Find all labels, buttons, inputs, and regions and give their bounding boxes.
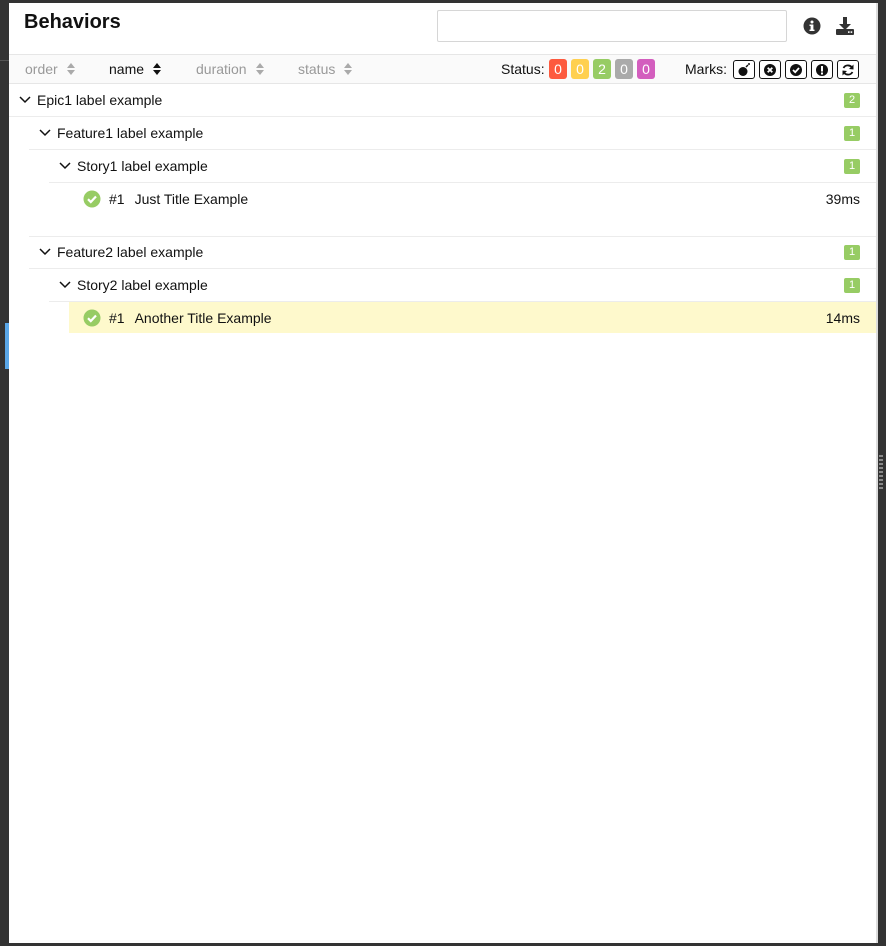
mark-new-broken-toggle[interactable] [811,60,833,79]
sort-icon [344,63,353,75]
info-icon[interactable] [801,15,823,37]
mark-new-passed-toggle[interactable] [785,60,807,79]
node-count-badge: 1 [844,278,860,293]
test-order-number: #1 [109,190,125,207]
sort-icon [153,63,162,75]
node-count-badge: 1 [844,245,860,260]
status-broken-toggle[interactable]: 0 [571,59,589,79]
side-rail [0,0,9,946]
page-title: Behaviors [24,11,121,33]
sort-icon [66,63,75,75]
test-case-name: Another Title Example [134,309,272,326]
resize-grip-icon[interactable] [879,455,883,491]
panel-header: Behaviors [9,3,876,54]
behaviors-panel: Behaviors order name duration status Sta… [9,3,876,943]
mark-flaky-toggle[interactable] [733,60,755,79]
sort-by-duration[interactable]: duration [196,61,265,77]
marks-filter-label: Marks: [685,61,727,77]
search-input[interactable] [437,10,787,42]
sorter-label: name [109,61,145,77]
chevron-down-icon[interactable] [38,126,52,140]
tree-node-label: Feature2 label example [57,244,204,260]
times-circle-icon [764,63,776,76]
tree-node-feature1[interactable]: Feature1 label example 1 [29,117,876,150]
pane-resize-handle[interactable] [878,0,886,946]
rail-divider [0,60,9,61]
tree-node-label: Story2 label example [77,277,208,293]
tree-node-story1[interactable]: Story1 label example 1 [49,150,876,183]
tree-node-label: Epic1 label example [37,92,163,108]
tree-node-feature2[interactable]: Feature2 label example 1 [29,236,876,269]
tree-node-label: Feature1 label example [57,125,204,141]
status-passed-toggle[interactable]: 2 [593,59,611,79]
chevron-down-icon[interactable] [58,278,72,292]
sorter-label: order [25,61,58,77]
status-unknown-toggle[interactable]: 0 [637,59,655,79]
check-circle-icon [790,63,802,76]
node-count-badge: 1 [844,126,860,141]
test-order-number: #1 [109,309,125,326]
chevron-down-icon[interactable] [58,159,72,173]
sort-by-name[interactable]: name [109,61,162,77]
test-case-row[interactable]: #1 Just Title Example 39ms [69,183,876,214]
download-icon[interactable] [834,15,856,37]
test-duration: 39ms [825,191,860,207]
sort-by-status[interactable]: status [298,61,353,77]
sort-icon [255,63,264,75]
tree-node-epic1[interactable]: Epic1 label example 2 [9,84,876,117]
sort-filter-toolbar: order name duration status Status: 0 0 2… [9,54,876,84]
bomb-icon [738,62,750,76]
tree-node-label: Story1 label example [77,158,208,174]
sorter-label: duration [196,61,247,77]
panel-border [876,3,878,943]
test-case-name: Just Title Example [134,190,249,207]
node-count-badge: 1 [844,159,860,174]
test-duration: 14ms [825,310,860,326]
status-filter-label: Status: [501,61,545,77]
status-failed-toggle[interactable]: 0 [549,59,567,79]
test-case-row[interactable]: #1 Another Title Example 14ms [69,302,876,333]
exclamation-circle-icon [816,63,828,76]
refresh-icon [842,64,854,75]
passed-status-icon [83,190,101,207]
mark-retries-toggle[interactable] [837,60,859,79]
chevron-down-icon[interactable] [38,245,52,259]
chevron-down-icon[interactable] [18,93,32,107]
tree-node-story2[interactable]: Story2 label example 1 [49,269,876,302]
sorter-label: status [298,61,336,77]
node-count-badge: 2 [844,93,860,108]
sort-by-order[interactable]: order [25,61,76,77]
passed-status-icon [83,309,101,326]
mark-new-failed-toggle[interactable] [759,60,781,79]
status-skipped-toggle[interactable]: 0 [615,59,633,79]
